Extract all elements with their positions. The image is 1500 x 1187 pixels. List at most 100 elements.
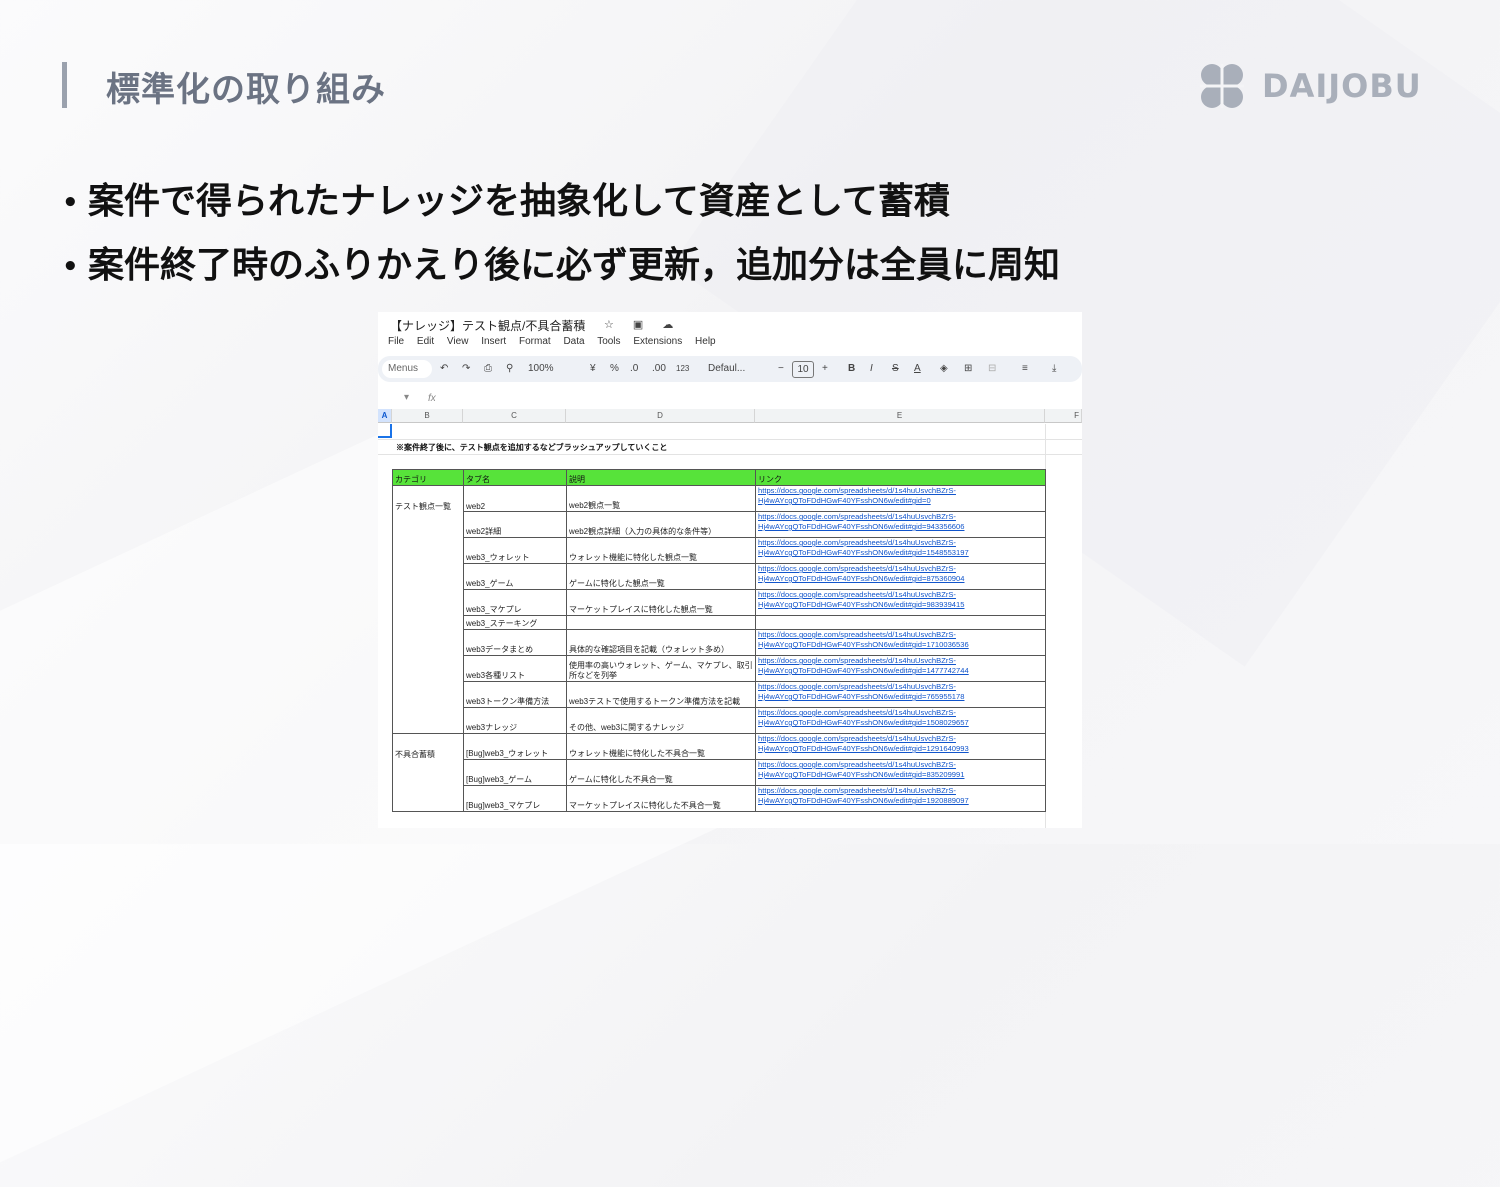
category-cell[interactable] xyxy=(392,629,464,656)
column-header-d[interactable]: D xyxy=(566,409,755,423)
strikethrough-button[interactable]: S xyxy=(892,363,899,374)
tab-name-cell[interactable]: web2 xyxy=(463,485,567,512)
description-cell[interactable]: web2観点一覧 xyxy=(566,485,756,512)
column-header-a[interactable]: A xyxy=(378,409,392,423)
italic-button[interactable]: I xyxy=(870,363,873,374)
tab-name-cell[interactable]: [Bug]web3_ゲーム xyxy=(463,759,567,786)
link-cell[interactable]: https://docs.google.com/spreadsheets/d/1… xyxy=(755,733,1046,760)
tab-name-cell[interactable]: web3_ウォレット xyxy=(463,537,567,564)
menu-file[interactable]: File xyxy=(388,336,404,347)
category-cell[interactable] xyxy=(392,655,464,682)
vertical-align-icon[interactable]: ⤓ xyxy=(1052,363,1056,374)
number-format-button[interactable]: 123 xyxy=(676,364,689,373)
link-cell[interactable]: https://docs.google.com/spreadsheets/d/1… xyxy=(755,511,1046,538)
tab-name-cell[interactable]: web3_マケプレ xyxy=(463,589,567,616)
link-cell[interactable]: https://docs.google.com/spreadsheets/d/1… xyxy=(755,629,1046,656)
link-cell[interactable]: https://docs.google.com/spreadsheets/d/1… xyxy=(755,537,1046,564)
tab-name-cell[interactable]: [Bug]web3_ウォレット xyxy=(463,733,567,760)
menu-format[interactable]: Format xyxy=(519,336,551,347)
category-cell[interactable] xyxy=(392,785,464,812)
category-cell[interactable] xyxy=(392,589,464,616)
header-tab-name[interactable]: タブ名 xyxy=(463,469,567,486)
link-cell[interactable]: https://docs.google.com/spreadsheets/d/1… xyxy=(755,563,1046,590)
column-header-c[interactable]: C xyxy=(463,409,566,423)
print-icon[interactable]: ⎙ xyxy=(484,363,492,374)
merge-cells-icon[interactable]: ⊟ xyxy=(988,363,996,374)
category-cell[interactable] xyxy=(392,537,464,564)
link-cell[interactable]: https://docs.google.com/spreadsheets/d/1… xyxy=(755,785,1046,812)
category-cell[interactable]: テスト観点一覧 xyxy=(392,485,464,512)
tab-name-cell[interactable]: web3データまとめ xyxy=(463,629,567,656)
tab-name-cell[interactable]: web3_ステーキング xyxy=(463,615,567,630)
link-cell[interactable]: https://docs.google.com/spreadsheets/d/1… xyxy=(755,707,1046,734)
paint-format-icon[interactable]: ⚲ xyxy=(506,363,513,374)
link-cell[interactable] xyxy=(755,615,1046,630)
column-header-b[interactable]: B xyxy=(392,409,463,423)
zoom-select[interactable]: 100% xyxy=(528,363,554,374)
decrease-decimal-button[interactable]: .0 xyxy=(630,363,638,374)
description-cell[interactable]: ウォレット機能に特化した不具合一覧 xyxy=(566,733,756,760)
description-cell[interactable]: ウォレット機能に特化した観点一覧 xyxy=(566,537,756,564)
header-description[interactable]: 説明 xyxy=(566,469,756,486)
tab-name-cell[interactable]: web3_ゲーム xyxy=(463,563,567,590)
description-cell[interactable]: ゲームに特化した観点一覧 xyxy=(566,563,756,590)
font-size-input[interactable]: 10 xyxy=(792,361,814,378)
description-cell[interactable]: マーケットプレイスに特化した不具合一覧 xyxy=(566,785,756,812)
description-cell[interactable]: web2観点詳細（入力の具体的な条件等） xyxy=(566,511,756,538)
tab-name-cell[interactable]: web2詳細 xyxy=(463,511,567,538)
borders-icon[interactable]: ⊞ xyxy=(964,363,972,374)
column-header-e[interactable]: E xyxy=(755,409,1045,423)
redo-icon[interactable]: ↷ xyxy=(462,363,470,374)
menu-edit[interactable]: Edit xyxy=(417,336,434,347)
menu-help[interactable]: Help xyxy=(695,336,716,347)
tab-name-cell[interactable]: web3ナレッジ xyxy=(463,707,567,734)
description-cell[interactable]: web3テストで使用するトークン準備方法を記載 xyxy=(566,681,756,708)
description-cell[interactable] xyxy=(566,615,756,630)
description-cell[interactable]: マーケットプレイスに特化した観点一覧 xyxy=(566,589,756,616)
category-cell[interactable] xyxy=(392,563,464,590)
menu-data[interactable]: Data xyxy=(563,336,584,347)
horizontal-align-icon[interactable]: ≡ xyxy=(1022,363,1028,374)
menu-tools[interactable]: Tools xyxy=(597,336,620,347)
fill-color-icon[interactable]: ◈ xyxy=(940,363,948,374)
font-select[interactable]: Defaul... xyxy=(708,363,745,374)
bold-button[interactable]: B xyxy=(848,363,855,374)
currency-format-button[interactable]: ¥ xyxy=(590,363,596,374)
menus-search[interactable]: Menus xyxy=(382,360,432,378)
category-cell[interactable] xyxy=(392,615,464,630)
title-icons[interactable]: ☆ ▣ ☁ xyxy=(604,318,681,331)
link-cell[interactable]: https://docs.google.com/spreadsheets/d/1… xyxy=(755,681,1046,708)
font-size-increase-button[interactable]: + xyxy=(822,363,828,374)
undo-icon[interactable]: ↶ xyxy=(440,363,448,374)
selected-cell[interactable] xyxy=(378,424,392,438)
link-cell[interactable]: https://docs.google.com/spreadsheets/d/1… xyxy=(755,485,1046,512)
category-cell[interactable] xyxy=(392,707,464,734)
header-link[interactable]: リンク xyxy=(755,469,1046,486)
tab-name-cell[interactable]: web3トークン準備方法 xyxy=(463,681,567,708)
font-size-decrease-button[interactable]: − xyxy=(778,363,784,374)
percent-format-button[interactable]: % xyxy=(610,363,619,374)
category-cell[interactable] xyxy=(392,511,464,538)
link-cell[interactable]: https://docs.google.com/spreadsheets/d/1… xyxy=(755,589,1046,616)
description-cell[interactable]: 具体的な確認項目を記載（ウォレット多め） xyxy=(566,629,756,656)
increase-decimal-button[interactable]: .00 xyxy=(652,363,666,374)
link-cell[interactable]: https://docs.google.com/spreadsheets/d/1… xyxy=(755,655,1046,682)
description-cell[interactable]: ゲームに特化した不具合一覧 xyxy=(566,759,756,786)
menu-extensions[interactable]: Extensions xyxy=(633,336,682,347)
menu-insert[interactable]: Insert xyxy=(481,336,506,347)
menu-view[interactable]: View xyxy=(447,336,469,347)
bullet-marker: • xyxy=(62,188,79,218)
document-title[interactable]: 【ナレッジ】テスト観点/不具合蓄積 xyxy=(390,317,585,334)
tab-name-cell[interactable]: [Bug]web3_マケプレ xyxy=(463,785,567,812)
category-cell[interactable] xyxy=(392,681,464,708)
category-cell[interactable]: 不具合蓄積 xyxy=(392,733,464,760)
description-cell[interactable]: 使用率の高いウォレット、ゲーム、マケプレ、取引所などを列挙 xyxy=(566,655,756,682)
header-category[interactable]: カテゴリ xyxy=(392,469,464,486)
description-cell[interactable]: その他、web3に関するナレッジ xyxy=(566,707,756,734)
name-box-dropdown[interactable]: ▾ xyxy=(404,392,409,403)
category-cell[interactable] xyxy=(392,759,464,786)
column-header-f[interactable]: F xyxy=(1045,409,1082,423)
link-cell[interactable]: https://docs.google.com/spreadsheets/d/1… xyxy=(755,759,1046,786)
tab-name-cell[interactable]: web3各種リスト xyxy=(463,655,567,682)
text-color-button[interactable]: A xyxy=(914,363,921,374)
